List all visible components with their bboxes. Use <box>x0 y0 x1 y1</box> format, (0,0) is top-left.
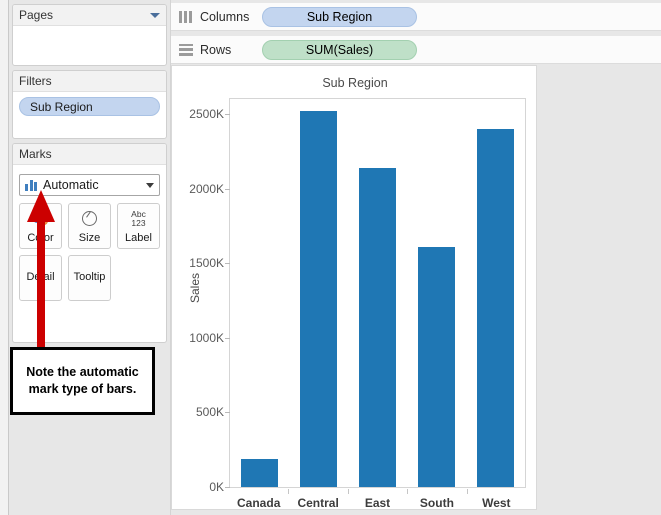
x-tick-label: Central <box>297 496 339 510</box>
mark-type-value: Automatic <box>43 178 99 192</box>
chevron-down-icon[interactable] <box>150 12 160 18</box>
pages-card-title: Pages <box>19 8 54 22</box>
filter-pill-sub-region[interactable]: Sub Region <box>19 97 160 116</box>
bars-layer <box>230 99 525 487</box>
y-tick-label: 2000K <box>189 181 224 196</box>
x-axis: Canada Central East South West <box>229 489 526 510</box>
abc-123-icon: Abc 123 <box>131 204 146 233</box>
bar-canada[interactable] <box>240 459 279 487</box>
x-tick-mark <box>407 489 409 494</box>
bar-slot <box>230 99 289 487</box>
marks-label-button[interactable]: Abc 123 Label <box>117 203 160 249</box>
filters-card-body[interactable]: Sub Region <box>13 92 166 121</box>
columns-pill-sub-region[interactable]: Sub Region <box>262 6 417 27</box>
marks-card-header: Marks <box>13 144 166 165</box>
chart-title: Sub Region <box>322 76 388 90</box>
rows-icon <box>179 43 193 56</box>
columns-shelf[interactable]: Columns Sub Region <box>171 3 661 31</box>
x-tick-label: Canada <box>237 496 281 510</box>
marks-size-button[interactable]: Size <box>68 203 111 249</box>
bar-south[interactable] <box>417 246 456 487</box>
x-tick-label: South <box>419 496 454 510</box>
bar-slot <box>348 99 407 487</box>
x-tick-label: West <box>482 496 511 510</box>
x-tick-label: East <box>364 496 391 510</box>
y-tick-label: 500K <box>195 405 224 420</box>
visualization-canvas[interactable]: Sub Region Sales 0K 500K 1000K 1500K 2000K 25… <box>171 65 537 510</box>
y-tick-label: 2500K <box>189 106 224 121</box>
columns-icon <box>179 10 193 23</box>
rows-pill-sum-sales[interactable]: SUM(Sales) <box>262 39 417 60</box>
bar-slot <box>289 99 348 487</box>
annotation-text: Note the automatic mark type of bars. <box>26 365 139 396</box>
marks-size-label: Size <box>78 232 101 245</box>
y-tick-label: 1000K <box>189 330 224 345</box>
bar-central[interactable] <box>299 110 338 487</box>
bar-slot <box>466 99 525 487</box>
y-tick-label: 0K <box>209 480 224 494</box>
pages-card-body[interactable] <box>13 26 166 36</box>
marks-label-label: Label <box>125 232 152 245</box>
bar-east[interactable] <box>358 168 397 487</box>
filters-card-title: Filters <box>19 74 52 88</box>
marks-tooltip-label: Tooltip <box>73 271 106 284</box>
bar-west[interactable] <box>476 128 515 487</box>
x-tick-mark <box>466 489 468 494</box>
rows-shelf[interactable]: Rows SUM(Sales) <box>171 36 661 64</box>
annotation-callout-box: Note the automatic mark type of bars. <box>10 347 155 415</box>
x-tick-mark <box>288 489 290 494</box>
up-arrow-icon <box>27 190 55 350</box>
chevron-down-icon[interactable] <box>146 182 154 188</box>
filters-card: Filters Sub Region <box>12 70 167 139</box>
plot-area: 0K 500K 1000K 1500K 2000K 2500K <box>189 98 526 494</box>
y-tick-label: 1500K <box>189 256 224 271</box>
columns-shelf-label: Columns <box>200 9 250 24</box>
123-text: 123 <box>131 217 146 228</box>
marks-card-title: Marks <box>19 147 52 161</box>
y-tick-mark <box>225 487 230 488</box>
y-axis-title: Sales <box>188 272 203 303</box>
filters-card-header: Filters <box>13 71 166 92</box>
pages-card-header: Pages <box>13 5 166 26</box>
x-tick-mark <box>347 489 349 494</box>
marks-tooltip-button[interactable]: Tooltip <box>68 255 111 301</box>
panel-edge-strip <box>0 0 9 515</box>
bar-slot <box>407 99 466 487</box>
pages-card: Pages <box>12 4 167 66</box>
rows-shelf-label: Rows <box>200 42 232 57</box>
size-circle-icon <box>82 204 97 233</box>
